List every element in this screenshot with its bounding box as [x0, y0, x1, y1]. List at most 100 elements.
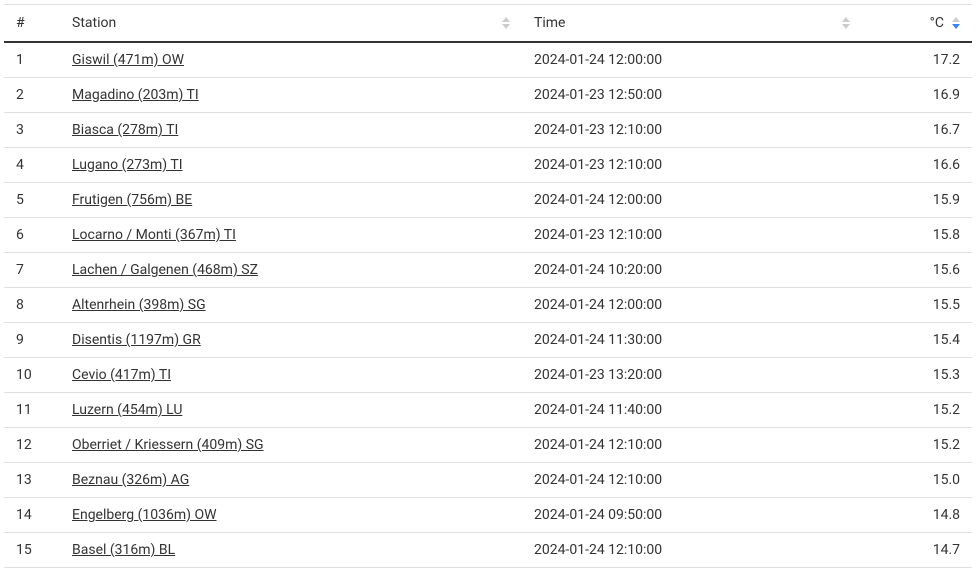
station-link[interactable]: Disentis (1197m) GR — [72, 332, 201, 348]
sort-down-icon — [842, 24, 850, 29]
cell-num: 2 — [4, 78, 60, 113]
cell-time: 2024-01-24 12:10:00 — [522, 428, 862, 463]
station-link[interactable]: Cevio (417m) TI — [72, 367, 171, 383]
table-row: 12 Oberriet / Kriessern (409m) SG 2024-01-… — [4, 428, 972, 463]
cell-num: 4 — [4, 148, 60, 183]
table-row: 15 Basel (316m) BL 2024-01-24 12:10:0014.7 — [4, 533, 972, 568]
table-row: 10 Cevio (417m) TI 2024-01-23 13:20:0015.3 — [4, 358, 972, 393]
table-row: 4 Lugano (273m) TI 2024-01-23 12:10:0016.6 — [4, 148, 972, 183]
station-link[interactable]: Oberriet / Kriessern (409m) SG — [72, 437, 264, 453]
cell-station: Giswil (471m) OW — [60, 42, 522, 78]
stations-table: # Station Time — [4, 4, 972, 568]
table-row: 3 Biasca (278m) TI 2024-01-23 12:10:0016.7 — [4, 113, 972, 148]
cell-time: 2024-01-24 11:30:00 — [522, 323, 862, 358]
table-row: 9 Disentis (1197m) GR 2024-01-24 11:30:001… — [4, 323, 972, 358]
cell-time: 2024-01-23 12:10:00 — [522, 148, 862, 183]
cell-num: 3 — [4, 113, 60, 148]
cell-num: 7 — [4, 253, 60, 288]
cell-station: Disentis (1197m) GR — [60, 323, 522, 358]
sort-up-icon — [952, 17, 960, 22]
table-row: 8Altenrhein (398m) SG2024-01-24 12:00:00… — [4, 288, 972, 323]
cell-time: 2024-01-24 09:50:00 — [522, 498, 862, 533]
cell-time: 2024-01-23 12:50:00 — [522, 78, 862, 113]
cell-time: 2024-01-24 12:10:00 — [522, 533, 862, 568]
sort-down-icon — [502, 24, 510, 29]
cell-station: Beznau (326m) AG — [60, 463, 522, 498]
header-temp[interactable]: °C — [862, 5, 972, 43]
cell-num: 11 — [4, 393, 60, 428]
station-link[interactable]: Locarno / Monti (367m) TI — [72, 227, 236, 243]
cell-temp: 15.2 — [862, 393, 972, 428]
cell-time: 2024-01-23 12:10:00 — [522, 218, 862, 253]
cell-station: Biasca (278m) TI — [60, 113, 522, 148]
cell-temp: 15.2 — [862, 428, 972, 463]
station-link[interactable]: Engelberg (1036m) OW — [72, 507, 217, 523]
sort-icon — [502, 17, 510, 29]
table-header-row: # Station Time — [4, 5, 972, 43]
cell-temp: 14.8 — [862, 498, 972, 533]
cell-temp: 16.7 — [862, 113, 972, 148]
cell-temp: 17.2 — [862, 42, 972, 78]
cell-station: Altenrhein (398m) SG — [60, 288, 522, 323]
station-link[interactable]: Beznau (326m) AG — [72, 472, 189, 488]
cell-temp: 15.3 — [862, 358, 972, 393]
cell-station: Cevio (417m) TI — [60, 358, 522, 393]
table-row: 1 Giswil (471m) OW 2024-01-24 12:00:0017.2 — [4, 42, 972, 78]
station-link[interactable]: Giswil (471m) OW — [72, 52, 184, 68]
cell-temp: 15.0 — [862, 463, 972, 498]
sort-down-icon — [952, 24, 960, 29]
cell-station: Oberriet / Kriessern (409m) SG — [60, 428, 522, 463]
station-link[interactable]: Biasca (278m) TI — [72, 122, 178, 138]
cell-temp: 16.6 — [862, 148, 972, 183]
cell-num: 10 — [4, 358, 60, 393]
cell-num: 15 — [4, 533, 60, 568]
cell-temp: 15.6 — [862, 253, 972, 288]
table-row: 14 Engelberg (1036m) OW 2024-01-24 09:50:0… — [4, 498, 972, 533]
cell-time: 2024-01-24 11:40:00 — [522, 393, 862, 428]
cell-num: 9 — [4, 323, 60, 358]
cell-time: 2024-01-24 12:00:00 — [522, 42, 862, 78]
station-link[interactable]: Basel (316m) BL — [72, 542, 175, 558]
station-link[interactable]: Luzern (454m) LU — [72, 402, 182, 418]
header-time-label: Time — [534, 15, 565, 31]
cell-temp: 15.5 — [862, 288, 972, 323]
cell-station: Lachen / Galgenen (468m) SZ — [60, 253, 522, 288]
cell-temp: 15.8 — [862, 218, 972, 253]
cell-time: 2024-01-24 10:20:00 — [522, 253, 862, 288]
sort-up-icon — [842, 17, 850, 22]
station-link[interactable]: Magadino (203m) TI — [72, 87, 199, 103]
header-temp-label: °C — [930, 15, 944, 31]
cell-time: 2024-01-23 13:20:00 — [522, 358, 862, 393]
cell-time: 2024-01-24 12:00:00 — [522, 183, 862, 218]
cell-num: 1 — [4, 42, 60, 78]
cell-num: 12 — [4, 428, 60, 463]
sort-icon — [842, 17, 850, 29]
table-row: 6 Locarno / Monti (367m) TI 2024-01-23 12:… — [4, 218, 972, 253]
cell-time: 2024-01-24 12:10:00 — [522, 463, 862, 498]
cell-num: 6 — [4, 218, 60, 253]
station-link[interactable]: Lugano (273m) TI — [72, 157, 183, 173]
header-num-label: # — [16, 15, 25, 31]
cell-station: Locarno / Monti (367m) TI — [60, 218, 522, 253]
cell-temp: 15.4 — [862, 323, 972, 358]
cell-station: Lugano (273m) TI — [60, 148, 522, 183]
header-num: # — [4, 5, 60, 43]
cell-station: Basel (316m) BL — [60, 533, 522, 568]
sort-icon — [952, 17, 960, 29]
cell-temp: 16.9 — [862, 78, 972, 113]
cell-num: 13 — [4, 463, 60, 498]
cell-num: 8 — [4, 288, 60, 323]
station-link[interactable]: Frutigen (756m) BE — [72, 192, 192, 208]
table-row: 13 Beznau (326m) AG 2024-01-24 12:10:0015.… — [4, 463, 972, 498]
cell-station: Luzern (454m) LU — [60, 393, 522, 428]
header-time[interactable]: Time — [522, 5, 862, 43]
cell-station: Magadino (203m) TI — [60, 78, 522, 113]
cell-station: Engelberg (1036m) OW — [60, 498, 522, 533]
station-link[interactable]: Lachen / Galgenen (468m) SZ — [72, 262, 258, 278]
cell-temp: 14.7 — [862, 533, 972, 568]
cell-time: 2024-01-23 12:10:00 — [522, 113, 862, 148]
station-link[interactable]: Altenrhein (398m) SG — [72, 297, 206, 313]
cell-num: 14 — [4, 498, 60, 533]
sort-up-icon — [502, 17, 510, 22]
header-station[interactable]: Station — [60, 5, 522, 43]
